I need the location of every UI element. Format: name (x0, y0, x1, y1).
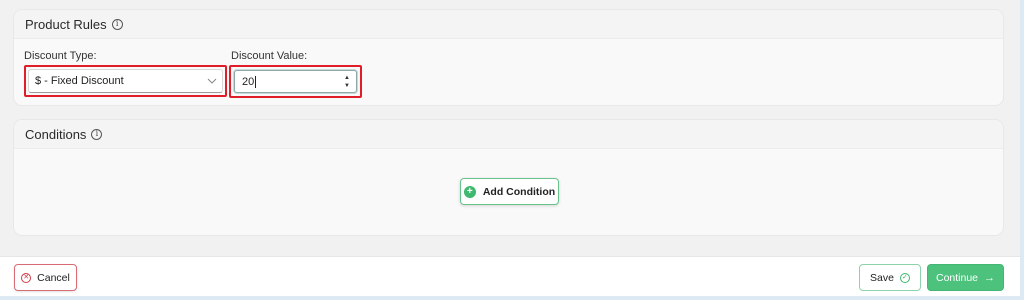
product-rules-header: Product Rules i (14, 10, 1003, 39)
background-strip (0, 296, 1024, 300)
continue-button[interactable]: Continue → (927, 264, 1004, 291)
save-label: Save (870, 271, 894, 284)
product-rules-title: Product Rules (25, 16, 107, 32)
x-circle-icon: ✕ (21, 272, 32, 283)
discount-value-label: Discount Value: (231, 50, 308, 62)
product-rules-card: Product Rules i Discount Type: $ - Fixed… (13, 9, 1004, 106)
stepper-up-icon[interactable]: ▲ (344, 74, 350, 82)
check-circle-icon: ✓ (899, 272, 910, 283)
number-stepper[interactable]: ▲ ▼ (344, 74, 350, 90)
save-button[interactable]: Save ✓ (859, 264, 921, 291)
conditions-header: Conditions i (14, 120, 1003, 149)
stepper-down-icon[interactable]: ▼ (344, 82, 350, 90)
continue-label: Continue (935, 271, 979, 284)
chevron-down-icon (207, 78, 217, 84)
info-icon[interactable]: i (91, 128, 103, 140)
page: Product Rules i Discount Type: $ - Fixed… (0, 0, 1020, 300)
discount-value-input[interactable]: 20 ▲ ▼ (234, 70, 357, 93)
add-condition-button[interactable]: + Add Condition (460, 178, 559, 205)
discount-type-label: Discount Type: (24, 50, 97, 62)
info-icon[interactable]: i (111, 18, 123, 30)
discount-type-highlight: $ - Fixed Discount (24, 65, 227, 97)
discount-value-text: 20 (242, 75, 255, 88)
discount-type-value: $ - Fixed Discount (35, 75, 124, 87)
cancel-button[interactable]: ✕ Cancel (14, 264, 77, 291)
discount-value-highlight: 20 ▲ ▼ (229, 65, 362, 98)
text-caret (255, 75, 257, 88)
plus-circle-icon: + (463, 185, 476, 198)
footer-bar: ✕ Cancel Save ✓ Continue → (0, 256, 1020, 296)
arrow-right-icon: → (984, 271, 996, 284)
add-condition-label: Add Condition (482, 185, 556, 198)
conditions-title: Conditions (25, 126, 87, 142)
cancel-label: Cancel (37, 271, 70, 284)
discount-type-select[interactable]: $ - Fixed Discount (28, 69, 223, 93)
conditions-card: Conditions i + Add Condition (13, 119, 1004, 236)
